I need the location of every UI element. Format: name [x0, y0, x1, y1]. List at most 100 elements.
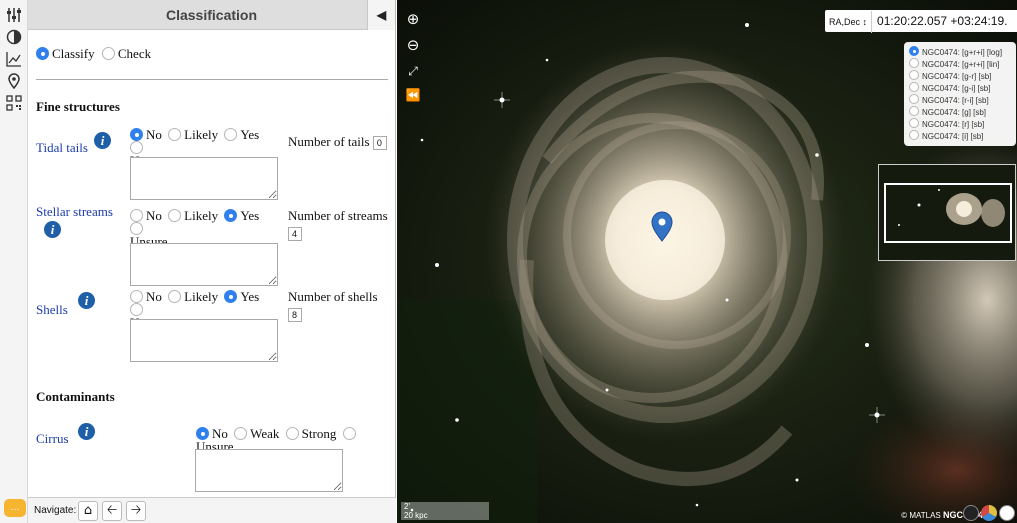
- coordinate-system-select[interactable]: RA,Dec ↕: [825, 11, 873, 33]
- feature-name: Cirrus: [36, 431, 69, 446]
- contrast-icon[interactable]: [0, 26, 28, 48]
- layer-radio[interactable]: [909, 46, 919, 56]
- collapse-panel-button[interactable]: ◀: [367, 0, 395, 30]
- layer-list: NGC0474: [g+r+i] [log] NGC0474: [g+r+i] …: [904, 42, 1016, 146]
- fullscreen-icon[interactable]: ⤢: [401, 60, 425, 82]
- radio-cirrus-no[interactable]: [196, 427, 209, 440]
- radio-tidal-tails-yes[interactable]: [224, 128, 238, 141]
- option-label: Likely: [184, 208, 219, 223]
- radio-streams-no[interactable]: [130, 209, 143, 222]
- layer-label: NGC0474: [g-r] [sb]: [922, 72, 992, 81]
- stellar-streams-comment-field[interactable]: [130, 243, 278, 286]
- cirrus-comment-field[interactable]: [195, 449, 343, 492]
- tool-strip: …: [0, 0, 28, 523]
- classification-panel: Classification ◀ Classify Check Fine str…: [28, 0, 396, 523]
- layer-item[interactable]: NGC0474: [r-i] [sb]: [909, 94, 1014, 106]
- layer-radio[interactable]: [909, 94, 919, 104]
- layer-radio[interactable]: [909, 82, 919, 92]
- clipboard-icon[interactable]: 📋: [1012, 10, 1017, 32]
- viewport-frame[interactable]: [884, 183, 1012, 243]
- info-icon[interactable]: i: [78, 423, 95, 440]
- coordinate-value: 01:20:22.057 +03:24:19.: [877, 14, 1008, 28]
- radio-tidal-tails-no[interactable]: [130, 128, 143, 141]
- layer-item[interactable]: NGC0474: [g+r+i] [lin]: [909, 58, 1014, 70]
- layer-item[interactable]: NGC0474: [g+r+i] [log]: [909, 46, 1014, 58]
- scale-arcmin: 2': [404, 502, 410, 511]
- section-title-fine-structures: Fine structures: [36, 99, 120, 114]
- radio-tidal-tails-likely[interactable]: [168, 128, 182, 141]
- layer-radio[interactable]: [909, 106, 919, 116]
- layer-item[interactable]: NGC0474: [g] [sb]: [909, 106, 1014, 118]
- radio-tidal-tails-unsure[interactable]: [130, 141, 143, 154]
- layer-radio[interactable]: [909, 130, 919, 140]
- radio-streams-likely[interactable]: [168, 209, 182, 222]
- count-label: Number of shells: [288, 289, 378, 304]
- radio-shells-yes[interactable]: [224, 290, 238, 303]
- coordinate-readout: RA,Dec ↕ 01:20:22.057 +03:24:19. 📋: [825, 10, 1017, 33]
- tails-count-input[interactable]: 0: [372, 136, 387, 151]
- sliders-icon[interactable]: [0, 4, 28, 26]
- streams-count-input[interactable]: 4: [288, 226, 302, 241]
- radio-streams-yes[interactable]: [224, 209, 238, 222]
- layer-label: NGC0474: [r] [sb]: [922, 120, 985, 129]
- layer-radio[interactable]: [909, 58, 919, 68]
- mode-label-check: Check: [117, 46, 152, 61]
- color-wheel-icon[interactable]: [981, 505, 997, 521]
- navigate-bar: Navigate: ⌂ 🡠 🡢: [28, 497, 396, 523]
- divider: [36, 79, 388, 80]
- feature-label-tidal-tails[interactable]: Tidal tails: [36, 140, 88, 156]
- radio-cirrus-unsure[interactable]: [342, 427, 356, 440]
- zoom-in-icon[interactable]: ⊕: [401, 8, 425, 30]
- radio-shells-no[interactable]: [130, 290, 143, 303]
- info-icon[interactable]: i: [78, 292, 95, 309]
- option-label: Yes: [240, 127, 260, 142]
- shells-count-row: Number of shells 8: [288, 289, 388, 322]
- panel-title: Classification: [165, 7, 258, 23]
- option-label: No: [146, 127, 162, 142]
- home-icon[interactable]: ⌂: [78, 501, 98, 521]
- layer-label: NGC0474: [g+r+i] [log]: [922, 48, 1003, 57]
- feature-name: Stellar streams: [36, 204, 113, 219]
- scale-bar: 2' 20 kpc: [401, 502, 489, 520]
- feature-label-shells[interactable]: Shells: [36, 302, 68, 318]
- overview-map[interactable]: [878, 164, 1016, 261]
- radio-shells-likely[interactable]: [168, 290, 182, 303]
- radio-streams-unsure[interactable]: [130, 222, 143, 235]
- info-icon[interactable]: i: [94, 132, 111, 149]
- layer-label: NGC0474: [g] [sb]: [922, 108, 987, 117]
- layer-item[interactable]: NGC0474: [i] [sb]: [909, 130, 1014, 142]
- arrow-left-icon[interactable]: 🡠: [102, 501, 122, 521]
- shells-comment-field[interactable]: [130, 319, 278, 362]
- location-pin-icon[interactable]: [0, 70, 28, 92]
- arrow-right-icon[interactable]: 🡢: [126, 501, 146, 521]
- layer-item[interactable]: NGC0474: [g-r] [sb]: [909, 70, 1014, 82]
- shells-count-input[interactable]: 8: [288, 307, 302, 322]
- share-icon[interactable]: [999, 505, 1015, 521]
- rewind-icon[interactable]: ⏪: [401, 84, 425, 106]
- chat-icon[interactable]: …: [4, 499, 26, 517]
- radio-shells-unsure[interactable]: [130, 303, 143, 316]
- qr-icon[interactable]: [0, 92, 28, 114]
- info-icon[interactable]: i: [44, 221, 61, 238]
- mode-selector: Classify Check: [36, 46, 155, 62]
- radio-cirrus-strong[interactable]: [285, 427, 299, 440]
- layer-radio[interactable]: [909, 118, 919, 128]
- layer-radio[interactable]: [909, 70, 919, 80]
- layer-label: NGC0474: [i] [sb]: [922, 132, 984, 141]
- tidal-tails-comment-field[interactable]: [130, 157, 278, 200]
- feature-label-cirrus[interactable]: Cirrus: [36, 431, 69, 447]
- radio-cirrus-weak[interactable]: [234, 427, 248, 440]
- zoom-out-icon[interactable]: ⊖: [401, 34, 425, 56]
- feature-label-stellar-streams[interactable]: Stellar streams: [36, 204, 113, 220]
- dark-mode-icon[interactable]: [963, 505, 979, 521]
- mode-radio-classify[interactable]: [36, 47, 49, 60]
- option-label: Strong: [301, 426, 337, 441]
- chart-icon[interactable]: [0, 48, 28, 70]
- layer-label: NGC0474: [g+r+i] [lin]: [922, 60, 1000, 69]
- option-label: Likely: [184, 289, 219, 304]
- mode-radio-check[interactable]: [101, 47, 115, 60]
- image-viewer[interactable]: ⊕ ⊖ ⤢ ⏪ RA,Dec ↕ 01:20:22.057 +03:24:19. 📋…: [397, 0, 1017, 523]
- streams-count-row: Number of streams 4: [288, 208, 388, 241]
- layer-item[interactable]: NGC0474: [g-i] [sb]: [909, 82, 1014, 94]
- layer-item[interactable]: NGC0474: [r] [sb]: [909, 118, 1014, 130]
